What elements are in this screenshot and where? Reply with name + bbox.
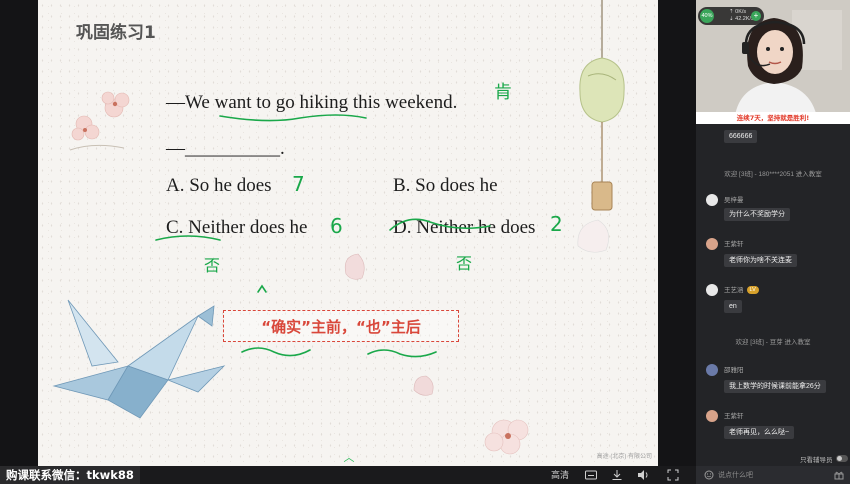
chat-username: 王紫轩 [724, 241, 744, 248]
expand-stats-button[interactable]: + [751, 11, 761, 21]
handwriting-below-c: 否 [204, 256, 221, 275]
upload-speed: ⇡ 0K/s [729, 9, 747, 15]
petal-decoration-2 [577, 219, 609, 253]
motivation-banner: 连续7天，坚持就是胜利! [696, 112, 850, 124]
chat-username: 吴梓曼 [724, 197, 744, 204]
chat-username: 王紫轩 [724, 413, 744, 420]
left-margin [0, 0, 38, 466]
handwriting-mark-a: 7 [292, 172, 305, 196]
contact-banner: 购课联系微信：tkwk88 [0, 466, 140, 484]
chat-list[interactable]: 666666 欢迎 [3班] - 180****2051 进入教室 吴梓曼 为什… [696, 124, 850, 452]
lesson-slide: 巩固练习1 —We want to go hiking this weekend… [38, 0, 658, 466]
chat-message: 666666 [724, 130, 758, 143]
chat-username: 邵雅阳 [724, 367, 744, 374]
wind-chime-decoration [579, 0, 625, 211]
download-speed: ⇣ 42.2K/s [729, 16, 754, 22]
system-message: 欢迎 [3班] - 豆芽 进入教室 [735, 339, 811, 346]
chat-message: en [724, 300, 742, 313]
avatar [706, 284, 718, 296]
quality-selector[interactable]: 高清 [548, 468, 572, 482]
download-icon[interactable] [610, 468, 624, 482]
slide-expand-chevron-icon[interactable]: ︿ [338, 452, 360, 464]
emoji-icon[interactable] [704, 470, 714, 480]
grammar-tip-box: “确实”主前，“也”主后 [223, 310, 459, 342]
only-teacher-toggle[interactable] [836, 455, 848, 462]
cpu-usage: 40% [700, 9, 714, 23]
volume-icon[interactable] [636, 468, 650, 482]
handwriting-mark-question: 肯 [494, 82, 512, 103]
handwriting-mark-c: 6 [330, 214, 343, 238]
panel-gap [658, 0, 696, 466]
avatar [706, 410, 718, 422]
avatar [706, 194, 718, 206]
chat-message: 为什么不奖励学分 [724, 208, 790, 221]
gift-icon[interactable] [834, 470, 844, 480]
flower-decoration-bottom [484, 419, 529, 455]
handwriting-below-d: 否 [456, 254, 473, 273]
chat-input[interactable] [718, 469, 818, 481]
right-panel: 40% ⇡ 0K/s ⇣ 42.2K/s + 连续7天，坚持就是胜利! 6666… [696, 0, 850, 484]
classroom-window: 巩固练习1 —We want to go hiking this weekend… [0, 0, 850, 484]
origami-crane-decoration [52, 299, 226, 419]
fullscreen-icon[interactable] [666, 468, 680, 482]
chat-message: 老师你为啥不关连麦 [724, 254, 797, 267]
level-badge: LV [746, 286, 759, 295]
watermark-text: 高途 (北京) 有限公司 [596, 454, 652, 460]
network-stats: 40% ⇡ 0K/s ⇣ 42.2K/s + [698, 7, 764, 25]
system-message: 欢迎 [3班] - 180****2051 进入教室 [724, 171, 822, 178]
chat-username: 王艺涵 LV [724, 284, 759, 295]
petal-decoration-3 [413, 375, 434, 396]
petal-decoration [344, 253, 365, 280]
only-teacher-label: 只看辅导员 [800, 457, 833, 464]
avatar [706, 364, 718, 376]
handwriting-mark-d: 2 [550, 212, 563, 236]
chat-message: 我上数学的时候课前能拿26分 [724, 380, 826, 393]
chat-message: 老师再见，么么哒~ [724, 426, 795, 439]
subtitle-icon[interactable] [584, 468, 598, 482]
avatar [706, 238, 718, 250]
teacher-video: 40% ⇡ 0K/s ⇣ 42.2K/s + 连续7天，坚持就是胜利! [696, 0, 850, 124]
